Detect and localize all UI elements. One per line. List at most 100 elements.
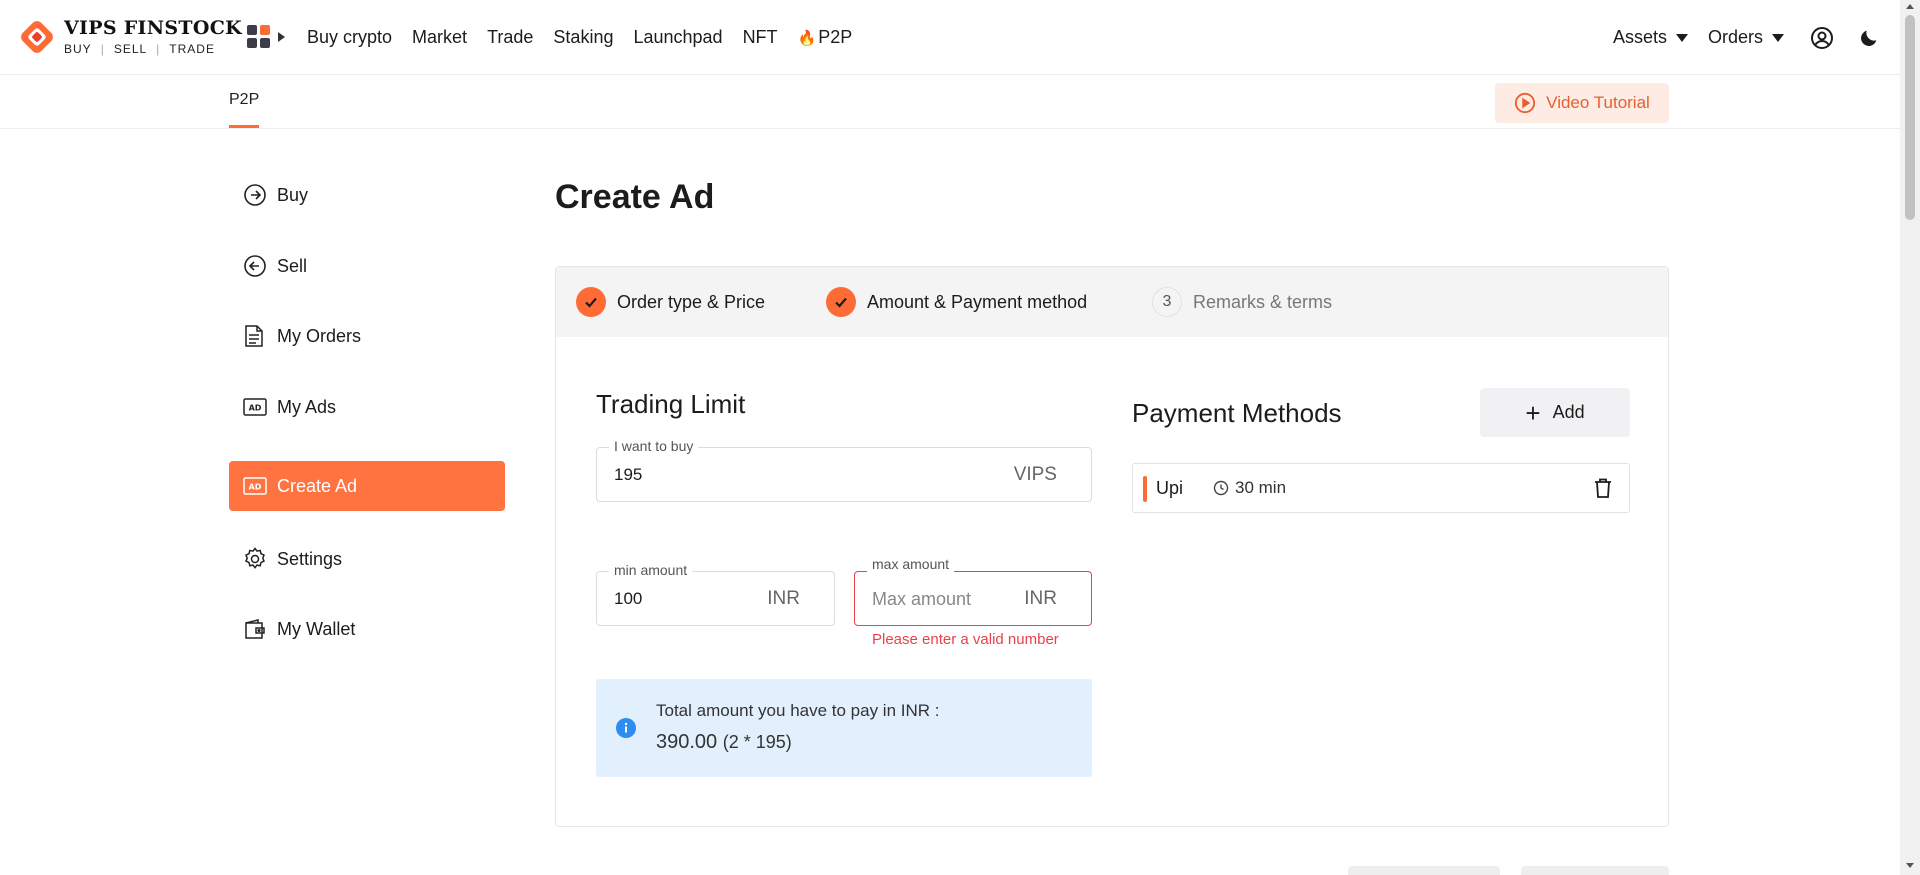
sidebar-item-label: My Ads — [277, 396, 337, 417]
trading-limit-title: Trading Limit — [596, 389, 746, 419]
sidebar-item-my-orders[interactable]: My Orders — [229, 311, 505, 361]
step-number: 3 — [1152, 287, 1182, 317]
sidebar-item-label: My Wallet — [277, 618, 356, 639]
sidebar-item-label: Create Ad — [277, 475, 358, 496]
sidebar-item-my-ads[interactable]: AD My Ads — [229, 382, 505, 432]
next-button[interactable] — [1521, 866, 1669, 875]
nav-nft[interactable]: NFT — [743, 27, 778, 48]
sidebar-item-label: Settings — [277, 548, 343, 569]
main-menu: Buy crypto Market Trade Staking Launchpa… — [307, 0, 872, 75]
caret-down-icon — [1675, 33, 1688, 42]
clock-icon — [1213, 480, 1229, 496]
info-icon — [616, 718, 636, 743]
nav-p2p-label: P2P — [818, 27, 853, 47]
wallet-icon — [243, 618, 269, 640]
field-label: min amount — [609, 562, 693, 578]
play-circle-icon — [1515, 92, 1536, 114]
tab-p2p[interactable]: P2P — [229, 91, 259, 109]
video-tutorial-label: Video Tutorial — [1546, 93, 1650, 112]
stepper: Order type & Price Amount & Payment meth… — [556, 267, 1668, 337]
total-amount-info: Total amount you have to pay in INR : 39… — [596, 679, 1092, 777]
assets-label: Assets — [1612, 27, 1667, 47]
apps-menu-button[interactable] — [247, 25, 285, 48]
svg-text:AD: AD — [249, 483, 262, 492]
top-navbar: VIPS FINSTOCK BUY | SELL | TRADE Buy crypt… — [0, 0, 1900, 75]
unit-label: VIPS — [1013, 464, 1057, 485]
page: VIPS FINSTOCK BUY | SELL | TRADE Buy crypt… — [0, 0, 1920, 875]
logo-icon — [18, 18, 56, 56]
want-to-buy-field[interactable]: I want to buy 195 VIPS — [596, 438, 1092, 502]
brand-tagline: BUY | SELL | TRADE — [64, 42, 215, 56]
brand-tag-buy: BUY — [64, 42, 92, 56]
min-amount-input[interactable]: 100 — [614, 589, 642, 609]
sidebar-item-settings[interactable]: Settings — [229, 534, 505, 584]
step-label: Amount & Payment method — [867, 291, 1088, 312]
nav-launchpad[interactable]: Launchpad — [633, 27, 722, 48]
nav-buy-crypto[interactable]: Buy crypto — [307, 27, 392, 48]
scroll-up-arrow-icon[interactable] — [1906, 4, 1914, 9]
nav-trade[interactable]: Trade — [487, 27, 533, 48]
sidebar-item-buy[interactable]: Buy — [229, 170, 505, 220]
sidebar-item-create-ad[interactable]: AD Create Ad — [229, 461, 505, 511]
sidebar-item-sell[interactable]: Sell — [229, 241, 505, 291]
svg-text:AD: AD — [249, 404, 262, 413]
min-amount-field[interactable]: min amount 100 INR — [596, 562, 835, 626]
trash-icon[interactable] — [1593, 477, 1613, 504]
caret-right-icon — [278, 31, 285, 42]
max-amount-input[interactable]: Max amount — [872, 589, 971, 610]
right-nav: Assets Orders — [1613, 0, 1880, 75]
active-tab-indicator — [229, 125, 259, 128]
sidebar-item-label: My Orders — [277, 325, 362, 346]
sub-navbar: P2P Video Tutorial — [0, 75, 1900, 129]
want-to-buy-input[interactable]: 195 — [614, 465, 642, 485]
arrow-right-circle-icon — [243, 183, 269, 207]
dark-mode-moon-icon[interactable] — [1858, 27, 1880, 49]
accent-bar — [1143, 476, 1147, 502]
step-order-type[interactable]: Order type & Price — [576, 287, 765, 317]
add-payment-method-button[interactable]: + Add — [1480, 388, 1630, 437]
field-label: max amount — [867, 556, 955, 572]
payment-time-label: 30 min — [1235, 478, 1287, 497]
unit-label: INR — [1024, 588, 1057, 609]
user-account-icon[interactable] — [1810, 26, 1834, 50]
document-icon — [243, 324, 269, 348]
sidebar-item-my-wallet[interactable]: My Wallet — [229, 604, 505, 654]
video-tutorial-button[interactable]: Video Tutorial — [1495, 83, 1669, 123]
payment-method-row: Upi 30 min — [1132, 463, 1630, 513]
total-amount-value: 390.00 — [656, 731, 718, 753]
gear-icon — [243, 547, 269, 571]
caret-down-icon — [1772, 33, 1784, 42]
create-ad-card: Order type & Price Amount & Payment meth… — [555, 266, 1669, 827]
step-amount-payment[interactable]: Amount & Payment method — [826, 287, 1087, 317]
max-amount-field[interactable]: max amount Max amount INR — [854, 556, 1092, 626]
nav-market[interactable]: Market — [412, 27, 467, 48]
scroll-down-arrow-icon[interactable] — [1906, 863, 1914, 868]
ad-icon: AD — [243, 398, 269, 416]
payment-method-name: Upi — [1156, 478, 1184, 498]
brand-name: VIPS FINSTOCK — [64, 17, 242, 39]
assets-dropdown[interactable]: Assets — [1613, 27, 1688, 48]
unit-label: INR — [767, 588, 800, 609]
payment-methods-title: Payment Methods — [1132, 398, 1342, 428]
vertical-scrollbar[interactable] — [1900, 0, 1920, 875]
step-label: Remarks & terms — [1193, 291, 1333, 312]
brand-logo[interactable]: VIPS FINSTOCK BUY | SELL | TRADE — [18, 17, 242, 56]
previous-button[interactable] — [1348, 866, 1500, 875]
max-amount-error: Please enter a valid number — [872, 631, 1059, 648]
step-remarks-terms[interactable]: 3 Remarks & terms — [1152, 287, 1332, 317]
ad-icon: AD — [243, 477, 269, 495]
payment-time-limit: 30 min — [1213, 478, 1286, 498]
orders-dropdown[interactable]: Orders — [1708, 27, 1784, 48]
page-title: Create Ad — [555, 178, 715, 216]
brand-tag-sell: SELL — [113, 42, 148, 56]
total-amount-label: Total amount you have to pay in INR : — [656, 701, 940, 720]
nav-p2p[interactable]: 🔥 P2P — [798, 27, 853, 48]
step-label: Order type & Price — [617, 291, 766, 312]
checkmark-icon — [826, 287, 856, 317]
apps-grid-icon — [247, 25, 270, 48]
add-label: Add — [1552, 402, 1585, 422]
scrollbar-thumb[interactable] — [1905, 15, 1915, 220]
nav-staking[interactable]: Staking — [553, 27, 613, 48]
sidebar-item-label: Buy — [277, 184, 309, 205]
brand-tag-trade: TRADE — [169, 42, 215, 56]
